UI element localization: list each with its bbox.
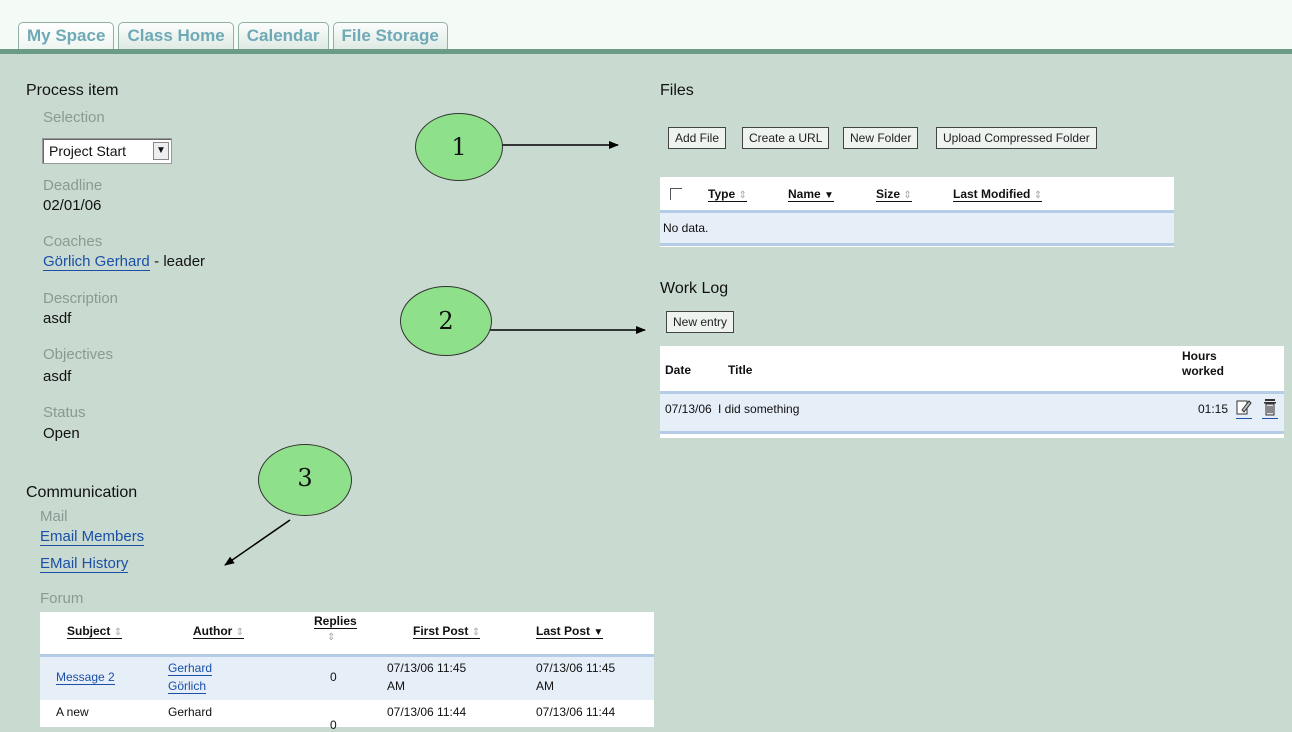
selection-value: Project Start [49,143,127,159]
status-value: Open [43,425,80,442]
forum-replies: 0 [330,718,337,732]
process-item-title: Process item [26,82,119,99]
forum-table: Subject ⇕ Author ⇕ Replies ⇕ First Post … [40,612,654,732]
sort-icon: ⇕ [327,632,336,643]
worklog-title: I did something [718,402,800,416]
forum-author-link[interactable]: Gerhard [168,661,213,676]
mail-label: Mail [40,508,68,525]
table-row: No data. [660,213,1174,243]
worklog-header-hours: Hours [1182,349,1217,363]
status-label: Status [43,404,86,421]
worklog-header-hours: worked [1182,364,1225,378]
work-log-table: Date Title Hours worked 07/13/06 I did s… [660,346,1284,438]
forum-header-author[interactable]: Author ⇕ [193,624,245,639]
forum-author-link[interactable]: Görlich [168,679,207,694]
forum-header-replies[interactable]: Replies [314,614,357,629]
email-history-wrap: EMail History [40,555,129,573]
table-row[interactable]: 07/13/06 I did something 01:15 [660,394,1284,431]
forum-first-post: 07/13/06 11:44 [387,705,467,719]
table-row[interactable]: A new Gerhard 0 07/13/06 11:44 07/13/06 … [40,700,654,732]
forum-header-last-post[interactable]: Last Post ▼ [536,624,604,639]
forum-last-post: 07/13/06 11:44 [536,705,616,719]
email-members-link[interactable]: Email Members [40,528,145,546]
divider [660,243,1174,246]
files-header-type[interactable]: Type ⇕ [708,187,747,202]
coach-name-link[interactable]: Görlich Gerhard [43,253,150,271]
tab-class-home[interactable]: Class Home [118,22,234,49]
selection-label: Selection [43,109,105,126]
worklog-hours: 01:15 [1198,402,1229,416]
select-all-checkbox[interactable] [670,188,682,200]
new-entry-button[interactable]: New entry [666,311,735,333]
work-log-title: Work Log [660,280,729,297]
files-empty-message: No data. [663,221,709,235]
files-title: Files [660,82,694,99]
tab-divider [0,49,1292,54]
email-members-wrap: Email Members [40,528,145,546]
divider [660,431,1284,434]
upload-compressed-folder-button[interactable]: Upload Compressed Folder [936,127,1097,149]
forum-replies: 0 [330,670,337,684]
forum-subject-link[interactable]: A new [56,705,89,719]
chevron-down-icon: ▼ [153,142,169,160]
forum-last-post: AM [536,679,554,693]
create-url-button[interactable]: Create a URL [742,127,830,149]
files-table: Type ⇕ Name ▼ Size ⇕ Last Modified ⇕ No … [660,177,1174,247]
objectives-label: Objectives [43,346,114,363]
tab-file-storage[interactable]: File Storage [332,22,448,49]
email-history-link[interactable]: EMail History [40,555,129,573]
deadline-label: Deadline [43,177,103,194]
callout-3: 3 [258,444,352,516]
forum-last-post: 07/13/06 11:45 [536,661,616,675]
forum-label: Forum [40,590,84,607]
forum-header-subject[interactable]: Subject ⇕ [67,624,123,639]
forum-subject-link[interactable]: Message 2 [56,670,115,685]
worklog-header-title: Title [728,363,753,377]
worklog-header-date: Date [665,363,692,377]
forum-author-link[interactable]: Gerhard [168,705,212,719]
files-header-name[interactable]: Name ▼ [788,187,834,202]
forum-header-first-post[interactable]: First Post ⇕ [413,624,481,639]
new-folder-button[interactable]: New Folder [843,127,919,149]
files-header-last-modified[interactable]: Last Modified ⇕ [953,187,1043,202]
callout-1: 1 [415,113,503,181]
arrow-3 [224,519,291,566]
objectives-value: asdf [43,368,72,385]
description-label: Description [43,290,119,307]
add-file-button[interactable]: Add File [668,127,727,149]
communication-title: Communication [26,484,138,501]
tab-calendar[interactable]: Calendar [237,22,329,49]
selection-dropdown[interactable]: Project Start ▼ [42,138,172,164]
coaches-label: Coaches [43,233,103,250]
forum-first-post: 07/13/06 11:45 [387,661,467,675]
worklog-date: 07/13/06 [665,402,712,416]
coach-entry: Görlich Gerhard - leader [43,253,205,271]
trash-icon[interactable] [1262,398,1278,419]
table-row[interactable]: Message 2 Gerhard Görlich 0 07/13/06 11:… [40,657,654,700]
tab-my-space[interactable]: My Space [18,22,115,49]
files-header-size[interactable]: Size ⇕ [876,187,912,202]
edit-icon[interactable] [1236,398,1252,419]
deadline-value: 02/01/06 [43,197,102,214]
description-value: asdf [43,310,72,327]
coach-role: - leader [154,253,206,270]
forum-first-post: AM [387,679,405,693]
callout-2: 2 [400,286,492,356]
main-tabs: My Space Class Home Calendar File Storag… [18,22,452,50]
